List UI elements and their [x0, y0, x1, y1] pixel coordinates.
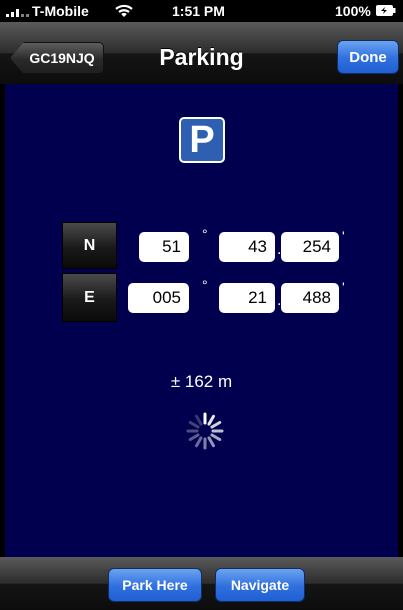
- longitude-degrees-field[interactable]: 005: [128, 283, 189, 313]
- latitude-hemisphere-button[interactable]: N: [62, 222, 117, 269]
- parking-panel: P N 51 ° 43 . 254 ' E 005 ° 21 . 488 ' ±…: [5, 84, 398, 557]
- signal-icon: [6, 5, 30, 17]
- navigate-button[interactable]: Navigate: [215, 568, 305, 602]
- accuracy-label: ± 162 m: [170, 372, 233, 391]
- park-here-button[interactable]: Park Here: [108, 568, 202, 602]
- degree-symbol: °: [202, 277, 208, 293]
- carrier-label: T-Mobile: [32, 3, 89, 19]
- wifi-icon: [115, 4, 133, 17]
- done-button[interactable]: Done: [337, 40, 399, 74]
- longitude-minutes-field[interactable]: 21: [219, 283, 275, 313]
- latitude-degrees-field[interactable]: 51: [139, 232, 189, 262]
- longitude-hemisphere-button[interactable]: E: [62, 273, 117, 322]
- navigation-bar: GC19NJQ Parking Done: [0, 22, 403, 85]
- battery-percent: 100%: [335, 3, 371, 19]
- minute-symbol: ': [342, 228, 345, 244]
- status-bar: T-Mobile 1:51 PM 100%: [0, 0, 403, 22]
- parking-icon: P: [179, 117, 225, 163]
- loading-spinner-icon: [186, 412, 224, 450]
- battery-icon: [376, 5, 396, 16]
- longitude-decimal-field[interactable]: 488: [281, 283, 339, 313]
- time-label: 1:51 PM: [172, 3, 225, 19]
- latitude-decimal-field[interactable]: 254: [281, 232, 339, 262]
- bottom-toolbar: Park Here Navigate: [0, 557, 403, 610]
- degree-symbol: °: [202, 226, 208, 242]
- minute-symbol: ': [342, 279, 345, 295]
- latitude-minutes-field[interactable]: 43: [219, 232, 275, 262]
